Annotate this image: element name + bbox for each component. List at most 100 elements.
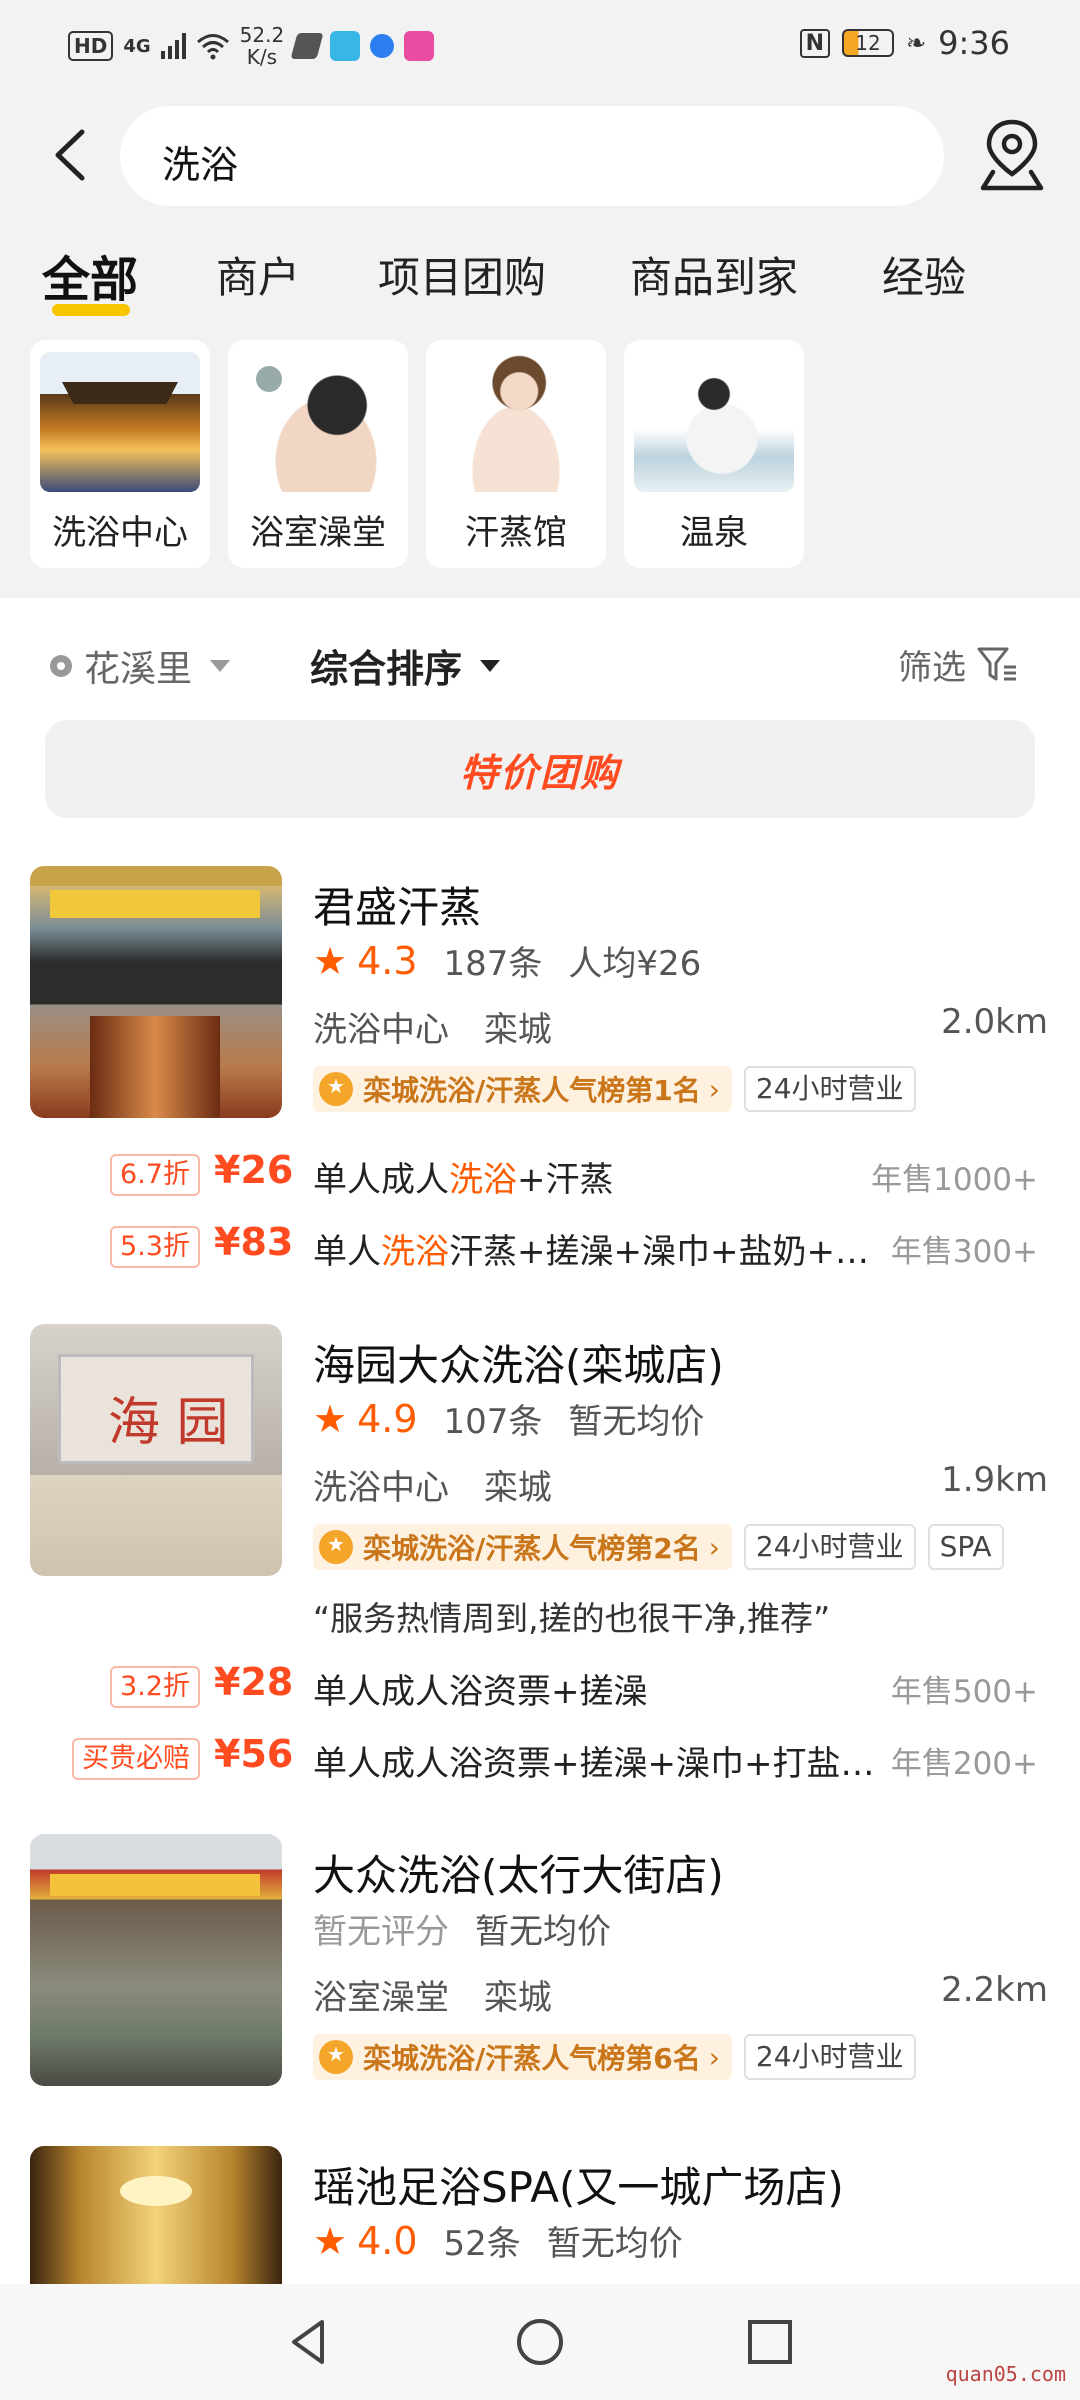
annual-sales: 年售500+ <box>890 1674 1038 1710</box>
tab-group-deals[interactable]: 项目团购 <box>378 244 546 305</box>
rating-score: 4.0 <box>357 2218 418 2263</box>
listing-category: 洗浴中心 <box>313 1468 449 1508</box>
annual-sales: 年售300+ <box>890 1234 1038 1270</box>
filter-label: 筛选 <box>898 648 966 688</box>
hot-spring-image <box>634 352 794 492</box>
filter-bar: 花溪里 综合排序 筛选 <box>0 598 1080 718</box>
status-bar: HD 4G 52.2 K/s N 12 ❧ 9:36 <box>0 0 1080 92</box>
video-app-icon <box>404 31 435 61</box>
rating-row: ★ 4.0 52条 暂无均价 <box>313 2216 683 2265</box>
deal-row[interactable]: 买贵必赔 ¥56 单人成人浴资票+搓澡+澡巾+打盐+… 年售200+ <box>0 1732 1080 1792</box>
tab-all[interactable]: 全部 <box>42 240 138 310</box>
location-pin-icon[interactable] <box>975 116 1049 194</box>
clock: 9:36 <box>938 24 1010 62</box>
back-icon[interactable] <box>40 120 100 190</box>
discount-badge: 5.3折 <box>110 1226 200 1268</box>
tab-merchants[interactable]: 商户 <box>216 244 300 305</box>
ranking-badge[interactable]: 栾城洗浴/汗蒸人气榜第1名 › <box>313 1066 732 1112</box>
ranking-text: 栾城洗浴/汗蒸人气榜第2名 <box>363 1532 701 1565</box>
listing-photo[interactable] <box>30 1834 282 2086</box>
search-input[interactable]: 洗浴 <box>120 106 944 206</box>
rating-score: 4.3 <box>357 938 418 983</box>
star-icon: ★ <box>313 1396 348 1441</box>
review-count: 187条 <box>443 944 543 984</box>
app-notification-icon <box>290 33 324 59</box>
tab-experience[interactable]: 经验 <box>882 244 966 305</box>
rating-row: ★ 4.3 187条 人均¥26 <box>313 936 701 985</box>
net-speed-unit: K/s <box>246 45 278 69</box>
listing-photo[interactable] <box>30 2146 282 2284</box>
signal-icon <box>160 33 186 59</box>
distance: 2.0km <box>941 1002 1048 1042</box>
average-price: 暂无均价 <box>475 1912 611 1952</box>
tab-active-indicator <box>52 304 130 316</box>
listing-category: 浴室澡堂 <box>313 1978 449 2018</box>
average-price: 暂无均价 <box>546 2224 683 2264</box>
listing-title[interactable]: 大众洗浴(太行大街店) <box>313 1842 724 1903</box>
category-row: 洗浴中心 浴室澡堂 汗蒸馆 温泉 <box>0 322 1080 598</box>
deal-row[interactable]: 3.2折 ¥28 单人成人浴资票+搓澡 年售500+ <box>0 1660 1080 1720</box>
nav-home-icon[interactable] <box>510 2312 570 2372</box>
banner-label: 特价团购 <box>459 751 620 795</box>
tag-spa: SPA <box>927 1524 1004 1570</box>
bath-center-image <box>40 352 200 492</box>
ranking-text: 栾城洗浴/汗蒸人气榜第6名 <box>363 2042 701 2075</box>
meta-row: 洗浴中心 栾城 <box>313 1460 576 1509</box>
listing-title[interactable]: 海园大众洗浴(栾城店) <box>313 1332 724 1393</box>
category-bathhouse[interactable]: 浴室澡堂 <box>228 340 408 568</box>
discount-badge: 3.2折 <box>110 1666 200 1708</box>
bathhouse-image <box>238 352 398 492</box>
filter-funnel-icon <box>977 647 1016 680</box>
listing-area: 栾城 <box>483 1010 552 1050</box>
deal-row[interactable]: 6.7折 ¥26 单人成人洗浴+汗蒸 年售1000+ <box>0 1148 1080 1208</box>
chevron-right-icon: › <box>708 1072 720 1106</box>
deal-row[interactable]: 5.3折 ¥83 单人洗浴汗蒸+搓澡+澡巾+盐奶+醋… 年售300+ <box>0 1220 1080 1280</box>
badge-row: 栾城洗浴/汗蒸人气榜第2名 › 24小时营业 SPA <box>313 1524 1004 1570</box>
category-label: 汗蒸馆 <box>465 513 567 553</box>
sort-dropdown[interactable]: 综合排序 <box>310 638 501 693</box>
location-filter-label: 花溪里 <box>84 649 193 690</box>
category-hot-spring[interactable]: 温泉 <box>624 340 804 568</box>
deal-description: 单人洗浴汗蒸+搓澡+澡巾+盐奶+醋… <box>313 1232 883 1272</box>
watermark: quan05.com <box>945 2362 1066 2386</box>
network-type: 4G <box>123 35 151 57</box>
chevron-right-icon: › <box>708 1530 720 1564</box>
review-count: 107条 <box>443 1402 543 1442</box>
battery-icon: 12 <box>842 29 895 57</box>
medal-icon <box>319 2040 353 2074</box>
deal-description: 单人成人洗浴+汗蒸 <box>313 1160 614 1200</box>
deal-price: ¥26 <box>214 1148 294 1192</box>
meta-row: 洗浴中心 栾城 <box>313 1002 576 1051</box>
listing-title[interactable]: 瑶池足浴SPA(又一城广场店) <box>313 2154 844 2215</box>
listing-photo[interactable] <box>30 866 282 1118</box>
ranking-badge[interactable]: 栾城洗浴/汗蒸人气榜第2名 › <box>313 1524 732 1570</box>
leaf-icon: ❧ <box>906 29 927 57</box>
chevron-right-icon: › <box>708 2040 720 2074</box>
deal-price: ¥28 <box>214 1660 294 1704</box>
listing-title[interactable]: 君盛汗蒸 <box>313 874 481 935</box>
category-label: 洗浴中心 <box>52 513 188 553</box>
system-nav-bar <box>0 2284 1080 2400</box>
search-query[interactable]: 洗浴 <box>162 134 238 189</box>
filter-button[interactable]: 筛选 <box>898 640 1020 689</box>
net-speed: 52.2 K/s <box>240 24 285 68</box>
deal-price: ¥83 <box>214 1220 294 1264</box>
ranking-badge[interactable]: 栾城洗浴/汗蒸人气榜第6名 › <box>313 2034 732 2080</box>
tag-24h: 24小时营业 <box>743 2034 916 2080</box>
hd-icon: HD <box>68 31 114 61</box>
special-deal-banner[interactable]: 特价团购 <box>45 720 1035 818</box>
tab-home-delivery[interactable]: 商品到家 <box>630 244 798 305</box>
badge-row: 栾城洗浴/汗蒸人气榜第6名 › 24小时营业 <box>313 2034 916 2080</box>
nav-recents-icon[interactable] <box>740 2312 800 2372</box>
nav-back-icon[interactable] <box>280 2312 340 2372</box>
location-filter[interactable]: 花溪里 <box>50 640 231 692</box>
medal-icon <box>319 1072 353 1106</box>
listing-photo[interactable]: 海 园 <box>30 1324 282 1576</box>
distance: 2.2km <box>941 1970 1048 2010</box>
category-bath-center[interactable]: 洗浴中心 <box>30 340 210 568</box>
net-speed-value: 52.2 <box>239 23 285 47</box>
location-dot-icon <box>50 655 72 677</box>
status-right: N 12 ❧ 9:36 <box>799 24 1010 62</box>
sauna-image <box>436 352 596 492</box>
category-sauna[interactable]: 汗蒸馆 <box>426 340 606 568</box>
